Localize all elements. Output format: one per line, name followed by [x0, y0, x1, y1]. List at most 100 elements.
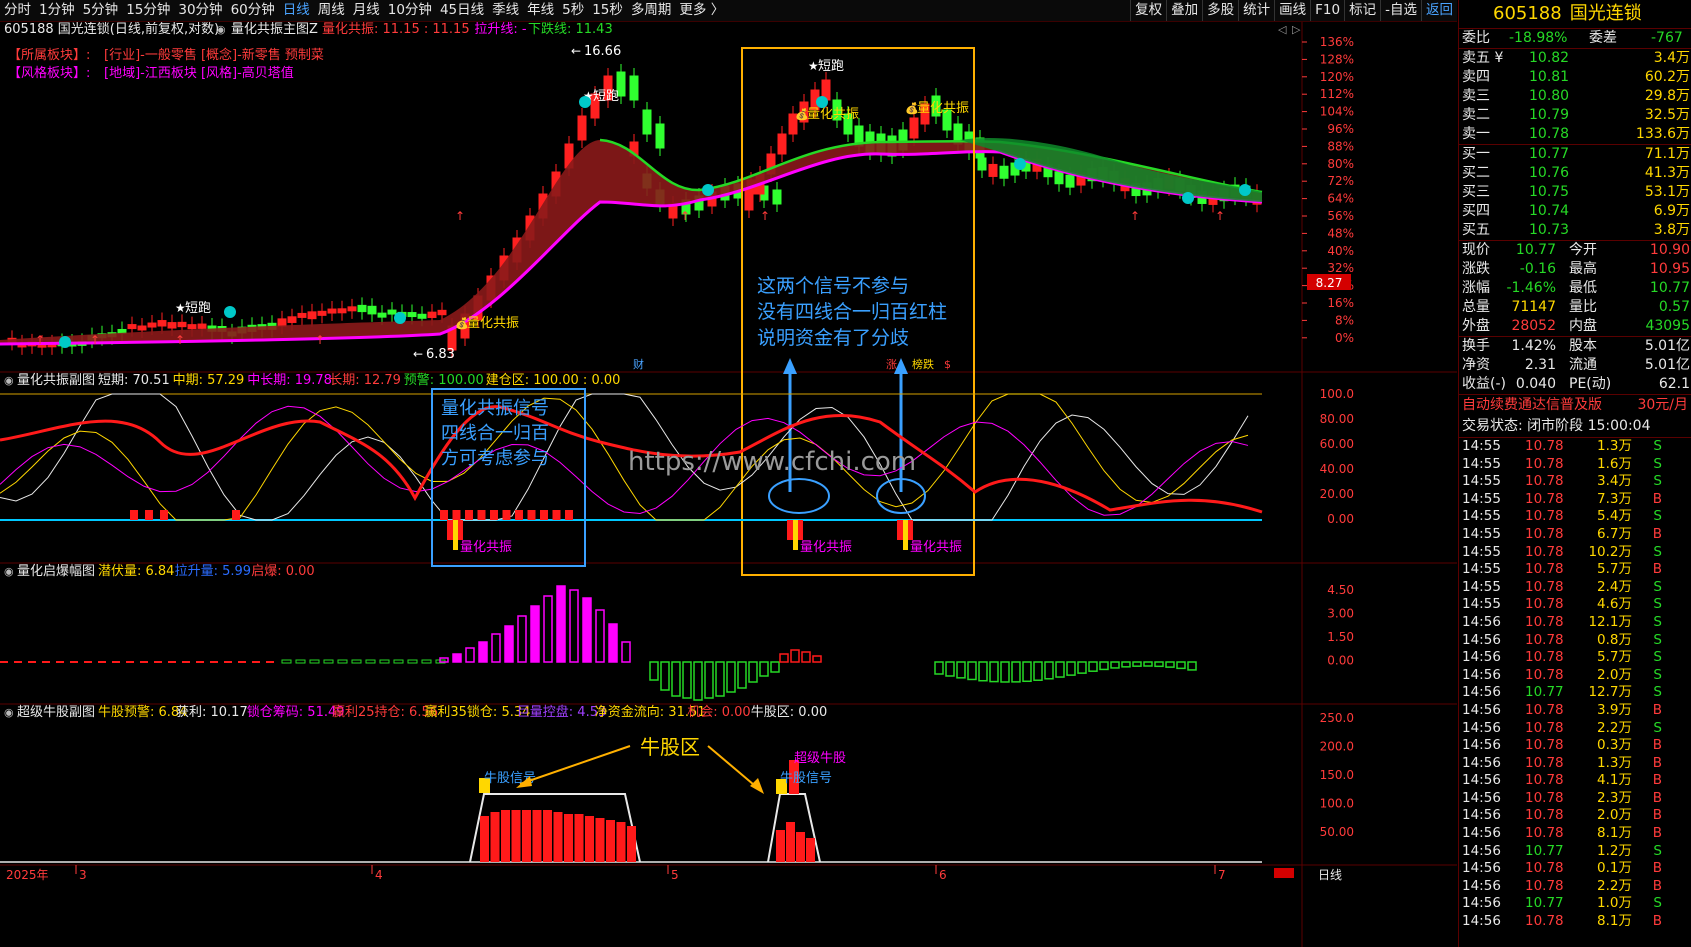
tick-volume: 2.2万: [1597, 719, 1632, 736]
xaxis-cursor-tag: [1274, 868, 1294, 878]
volume-bar-down: [1176, 661, 1186, 670]
pane2-param-1: 中期: 57.29: [173, 373, 245, 388]
tick-side: S: [1653, 684, 1662, 701]
period-tab-9[interactable]: 10分钟: [384, 0, 436, 21]
tick-row: 14:56 10.78 0.8万 S: [1459, 632, 1691, 650]
tick-volume: 1.0万: [1597, 895, 1632, 912]
tick-volume: 3.9万: [1597, 701, 1632, 718]
stat-label: 涨幅: [1462, 280, 1490, 296]
candle-body: [427, 311, 437, 318]
toolbar-button-4[interactable]: 画线: [1274, 0, 1310, 21]
tick-row: 14:55 10.78 4.6万 S: [1459, 596, 1691, 614]
pane4-param-2: 锁仓筹码: 51.49: [247, 704, 345, 720]
tick-volume: 5.7万: [1597, 561, 1632, 578]
tick-price: 10.78: [1525, 631, 1564, 648]
tick-price: 10.78: [1525, 860, 1564, 877]
low-arrow-icon: ←: [413, 347, 423, 361]
period-tab-6[interactable]: 日线: [279, 0, 314, 21]
tick-side: S: [1653, 842, 1662, 859]
stats2-list: 换手 1.42% 股本 5.01亿 净资 2.31 流通 5.01亿 收益(-) 0.040 PE(…: [1459, 337, 1691, 394]
promo-link[interactable]: 自动续费通达信普及版 30元/月: [1459, 395, 1691, 416]
price-tag-text: 8.27: [1316, 276, 1343, 290]
tick-side: S: [1653, 666, 1662, 683]
period-tab-2[interactable]: 5分钟: [79, 0, 123, 21]
candle-body: [367, 305, 377, 315]
pane3-name: 量化启爆幅图: [17, 564, 95, 579]
period-tab-10[interactable]: 45日线: [436, 0, 488, 21]
bids-row: 买五 10.73 3.8万: [1459, 221, 1691, 240]
tick-volume: 12.7万: [1588, 684, 1632, 701]
toolbar-button-2[interactable]: 多股: [1202, 0, 1238, 21]
level-volume: 41.3万: [1644, 165, 1690, 181]
bull-bar: [501, 810, 510, 862]
tick-volume: 0.8万: [1597, 631, 1632, 648]
toolbar-button-7[interactable]: -自选: [1380, 0, 1421, 21]
tick-row: 14:55 10.78 5.4万 S: [1459, 508, 1691, 526]
arrow-line: [519, 745, 631, 785]
period-tab-16[interactable]: 更多 〉: [675, 0, 728, 21]
pct-axis-label: 8%: [1335, 313, 1354, 327]
toolbar-button-3[interactable]: 统计: [1238, 0, 1274, 21]
bull-bar: [796, 832, 805, 862]
volume-bar-down: [1099, 661, 1109, 671]
signal-marker: [440, 510, 448, 520]
stat-label: 换手: [1462, 338, 1490, 354]
period-tab-13[interactable]: 5秒: [558, 0, 588, 21]
pane4-axis-label: 250.0: [1320, 711, 1354, 725]
stat-row: 涨幅 -1.46% 最低 10.77: [1459, 279, 1691, 298]
toolbar-button-1[interactable]: 叠加: [1166, 0, 1202, 21]
period-tab-3[interactable]: 15分钟: [122, 0, 174, 21]
candle-body: [277, 318, 287, 327]
signal-marker: [232, 510, 240, 520]
level-price: 10.73: [1529, 222, 1570, 238]
tick-volume: 4.6万: [1597, 596, 1632, 613]
volume-bar-up: [569, 589, 579, 663]
period-tab-15[interactable]: 多周期: [627, 0, 676, 21]
volume-bar-down: [956, 661, 966, 679]
toolbar-button-5[interactable]: F10: [1310, 0, 1344, 21]
chart-area[interactable]: 605188 国光连锁(日线,前复权,对数)◉ 量化共振主图Z 量化共振: 11.1…: [0, 22, 1457, 947]
weicha-label: 委差: [1589, 30, 1617, 46]
check-badge-icon: [579, 96, 591, 108]
tick-time: 14:56: [1462, 737, 1501, 754]
check-badge-icon: [59, 336, 71, 348]
tick-list[interactable]: 14:55 10.78 1.3万 S 14:55 10.78 1.6万 S 14:55 10.78…: [1459, 438, 1691, 931]
stat-value: 62.1: [1658, 376, 1690, 392]
tick-price: 10.78: [1525, 772, 1564, 789]
tick-time: 14:55: [1462, 525, 1501, 542]
volume-bar-down: [945, 661, 955, 677]
toolbar-button-0[interactable]: 复权: [1130, 0, 1166, 21]
resonance-bar-core: [793, 520, 798, 550]
candle-body: [1054, 171, 1064, 185]
tick-side: S: [1653, 578, 1662, 595]
signal-marker: [490, 510, 498, 520]
period-tab-11[interactable]: 季线: [488, 0, 523, 21]
signal-marker: [477, 510, 486, 520]
blue-box-note-0: 量化共振信号: [441, 398, 549, 419]
period-tab-0[interactable]: 分时: [0, 0, 35, 21]
stat-value: 0.57: [1658, 299, 1690, 315]
period-tab-7[interactable]: 周线: [314, 0, 349, 21]
bull-bar: [616, 822, 626, 862]
stat-value: 2.31: [1524, 357, 1556, 373]
volume-bar-up: [517, 615, 527, 663]
xaxis-month-4: 7: [1218, 868, 1226, 882]
candle-body: [772, 189, 782, 205]
period-tab-1[interactable]: 1分钟: [35, 0, 79, 21]
stock-name: 国光连锁: [1569, 3, 1642, 24]
stat-value: 28052: [1511, 318, 1556, 334]
tick-row: 14:55 10.78 6.7万 B: [1459, 526, 1691, 544]
tick-row: 14:56 10.78 1.3万 B: [1459, 755, 1691, 773]
period-tab-14[interactable]: 15秒: [588, 0, 627, 21]
volume-dash: [295, 659, 306, 664]
signal-marker: [452, 510, 461, 520]
main-param-2: 下跌线: 11.43: [528, 22, 613, 37]
pane2-param-0: 短期: 70.51: [98, 373, 170, 388]
period-tab-12[interactable]: 年线: [523, 0, 558, 21]
period-tab-5[interactable]: 60分钟: [227, 0, 279, 21]
toolbar-button-8[interactable]: 返回: [1421, 0, 1457, 21]
period-tab-4[interactable]: 30分钟: [174, 0, 226, 21]
toolbar-button-6[interactable]: 标记: [1344, 0, 1380, 21]
volume-bar-up: [582, 597, 592, 663]
period-tab-8[interactable]: 月线: [349, 0, 384, 21]
